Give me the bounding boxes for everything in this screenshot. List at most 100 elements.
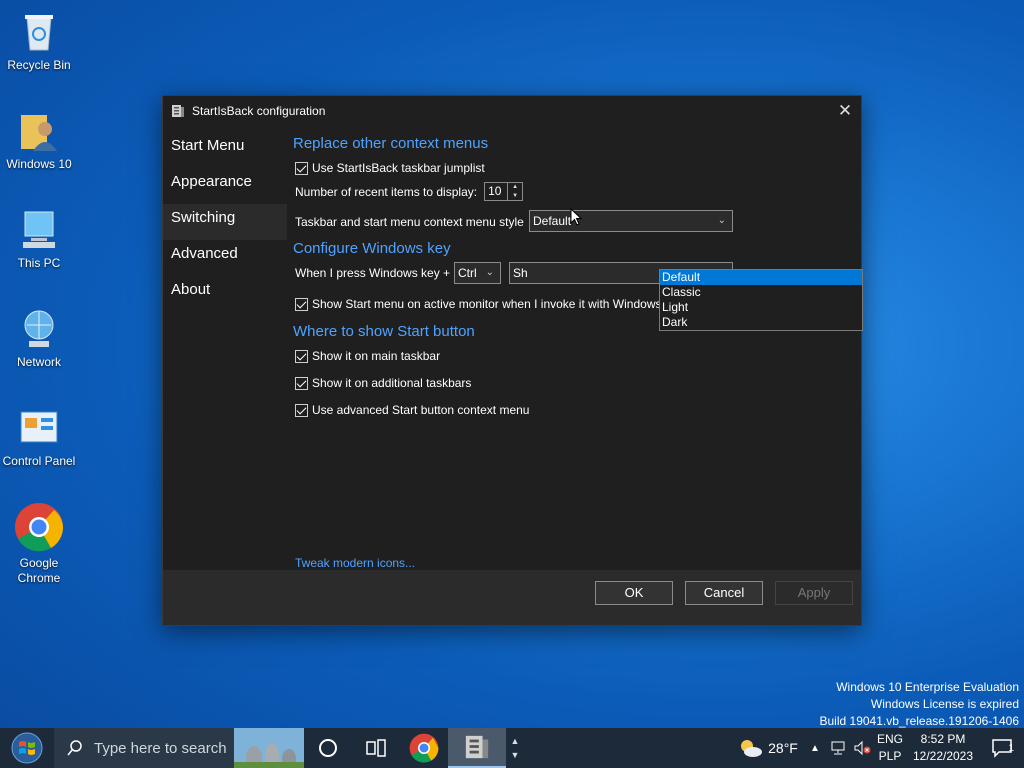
section-heading-context-menus: Replace other context menus <box>293 135 489 152</box>
close-button[interactable]: ✕ <box>829 96 861 125</box>
dropdown-option-light[interactable]: Light <box>660 300 862 315</box>
win-key-action-value: Sh <box>513 266 528 280</box>
network-tray-button[interactable] <box>826 728 850 768</box>
section-heading-start-button: Where to show Start button <box>293 323 475 340</box>
nav-item-about[interactable]: About <box>163 276 287 312</box>
action-center-button[interactable]: 1 <box>980 728 1024 768</box>
startisback-app-icon <box>465 735 489 759</box>
use-jumplist-row[interactable]: Use StartIsBack taskbar jumplist <box>295 161 485 175</box>
watermark-edition: Windows 10 Enterprise Evaluation <box>836 680 1019 694</box>
task-view-icon <box>366 739 386 757</box>
desktop-icon-label: Windows 10 <box>6 157 72 171</box>
show-additional-label: Show it on additional taskbars <box>312 376 472 390</box>
active-monitor-row[interactable]: Show Start menu on active monitor when I… <box>295 297 684 311</box>
search-icon <box>67 740 82 756</box>
win-key-modifier-value: Ctrl <box>458 266 477 280</box>
task-view-button[interactable] <box>352 728 400 768</box>
context-style-value: Default <box>533 214 572 228</box>
network-icon <box>831 741 845 755</box>
ok-button[interactable]: OK <box>595 581 673 605</box>
show-main-row[interactable]: Show it on main taskbar <box>295 349 440 363</box>
dropdown-option-dark[interactable]: Dark <box>660 315 862 330</box>
license-watermark: Windows 10 Enterprise Evaluation Windows… <box>820 679 1020 730</box>
language-indicator[interactable]: ENG PLP <box>874 731 906 765</box>
desktop-icon-label: Network <box>16 355 61 369</box>
windows-orb-icon <box>11 732 43 764</box>
clock[interactable]: 8:52 PM 12/22/2023 <box>906 731 980 765</box>
dropdown-option-default[interactable]: Default <box>660 270 862 285</box>
startisback-config-dialog: StartIsBack configuration ✕ Start Menu A… <box>162 95 863 626</box>
nav-item-start-menu[interactable]: Start Menu <box>163 132 287 168</box>
computer-icon <box>17 208 61 252</box>
dialog-title: StartIsBack configuration <box>192 103 326 118</box>
search-placeholder: Type here to search <box>94 739 227 757</box>
dropdown-option-classic[interactable]: Classic <box>660 285 862 300</box>
chrome-icon <box>14 502 64 552</box>
desktop-icon-label: Google Chrome <box>17 556 61 585</box>
advanced-context-checkbox[interactable] <box>295 403 308 417</box>
tweak-modern-icons-link[interactable]: Tweak modern icons... <box>295 556 415 570</box>
section-heading-windows-key: Configure Windows key <box>293 240 451 257</box>
network-icon <box>17 307 61 351</box>
recent-items-value[interactable]: 10 <box>484 182 509 201</box>
show-hidden-icons-button[interactable]: ▲ <box>804 728 826 768</box>
taskbar-chrome-button[interactable] <box>400 728 448 768</box>
nav-item-switching[interactable]: Switching <box>163 204 287 240</box>
desktop-icon-label: This PC <box>17 256 61 270</box>
show-additional-checkbox[interactable] <box>295 376 308 390</box>
recent-items-spinner[interactable]: 10 ▲ ▼ <box>484 182 524 201</box>
chevron-up-icon[interactable]: ▲ <box>511 734 520 748</box>
chevron-down-icon[interactable]: ▼ <box>511 748 520 762</box>
taskbar-scroll[interactable]: ▲ ▼ <box>506 728 524 768</box>
desktop-icon-this-pc[interactable]: This PC <box>0 208 78 271</box>
watermark-license: Windows License is expired <box>870 697 1019 711</box>
taskbar-search-box[interactable]: Type here to search <box>54 728 304 768</box>
nav-sidebar: Start Menu Appearance Switching Advanced… <box>163 132 287 312</box>
settings-content: Replace other context menus Use StartIsB… <box>293 132 863 570</box>
nav-item-appearance[interactable]: Appearance <box>163 168 287 204</box>
keyboard-layout: PLP <box>878 749 902 763</box>
active-monitor-label: Show Start menu on active monitor when I… <box>312 297 684 311</box>
system-tray: 28°F ▲ ENG PLP 8:52 PM 12/22/2023 1 <box>732 728 1024 768</box>
startisback-app-icon <box>171 104 185 118</box>
chevron-down-icon: ⌄ <box>485 267 494 278</box>
notification-count: 1 <box>1008 743 1014 754</box>
title-bar[interactable]: StartIsBack configuration ✕ <box>163 96 861 125</box>
desktop-icon-control-panel[interactable]: Control Panel <box>0 406 78 469</box>
start-button[interactable] <box>0 728 54 768</box>
win-key-row: When I press Windows key + <box>295 266 450 280</box>
spin-down-icon[interactable]: ▼ <box>508 192 522 201</box>
active-monitor-checkbox[interactable] <box>295 297 308 311</box>
recent-items-row: Number of recent items to display: 10 ▲ … <box>295 182 524 201</box>
cortana-icon <box>319 739 337 757</box>
desktop-icon-network[interactable]: Network <box>0 307 78 370</box>
weather-widget[interactable]: 28°F <box>732 728 804 768</box>
use-jumplist-checkbox[interactable] <box>295 161 308 175</box>
chrome-icon <box>409 733 439 763</box>
recent-items-label: Number of recent items to display: <box>295 184 478 199</box>
advanced-context-row[interactable]: Use advanced Start button context menu <box>295 403 529 417</box>
user-folder-icon <box>17 109 61 153</box>
nav-item-advanced[interactable]: Advanced <box>163 240 287 276</box>
show-main-label: Show it on main taskbar <box>312 349 441 363</box>
use-jumplist-label: Use StartIsBack taskbar jumplist <box>312 161 485 175</box>
language-code: ENG <box>876 732 903 746</box>
mouse-cursor-icon <box>570 208 582 226</box>
volume-tray-button[interactable] <box>850 728 874 768</box>
weather-partly-cloudy-icon <box>741 740 763 757</box>
win-key-modifier-select[interactable]: Ctrl ⌄ <box>454 262 501 284</box>
volume-muted-icon <box>854 740 871 756</box>
context-style-select[interactable]: Default ⌄ <box>529 210 733 232</box>
taskbar-startisback-button[interactable] <box>448 728 506 768</box>
desktop-icon-label: Control Panel <box>2 454 76 468</box>
apply-button[interactable]: Apply <box>775 581 853 605</box>
show-main-checkbox[interactable] <box>295 349 308 363</box>
cortana-button[interactable] <box>304 728 352 768</box>
desktop-icon-google-chrome[interactable]: Google Chrome <box>0 502 78 586</box>
cancel-button[interactable]: Cancel <box>685 581 763 605</box>
show-additional-row[interactable]: Show it on additional taskbars <box>295 376 471 390</box>
desktop-icon-recycle-bin[interactable]: Recycle Bin <box>0 10 78 73</box>
desktop-icon-windows10[interactable]: Windows 10 <box>0 109 78 172</box>
spin-up-icon[interactable]: ▲ <box>508 183 522 192</box>
desktop-icon-label: Recycle Bin <box>7 58 71 72</box>
